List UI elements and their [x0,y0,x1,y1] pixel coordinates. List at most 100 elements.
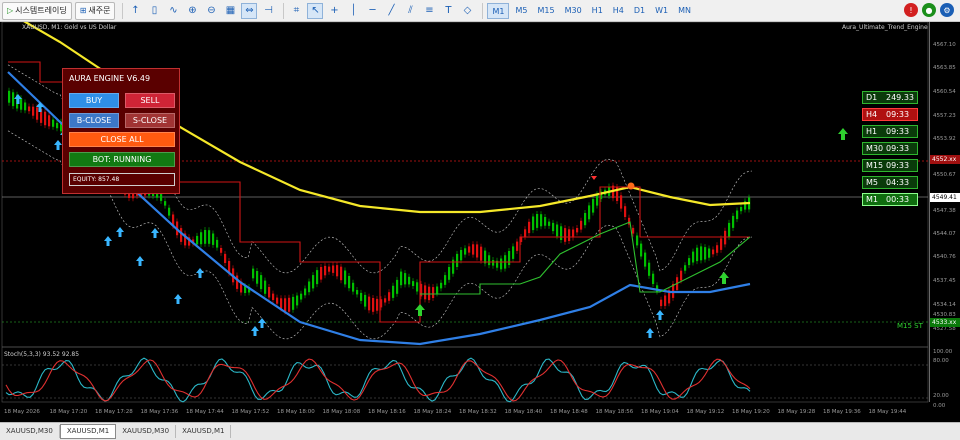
candle [320,267,323,280]
vertical-line-icon[interactable]: │ [345,3,361,19]
buy-button[interactable]: BUY [69,93,119,108]
tab-xauusd-m30-2[interactable]: XAUUSD,M30 [116,425,177,438]
chart-shift-icon[interactable]: ⊣ [260,3,276,19]
candle [572,229,575,238]
price-tick: 4547.38 [933,208,956,214]
toolbar-separator [482,2,484,19]
chart-tabs: XAUUSD,M30 XAUUSD,M1 XAUUSD,M30 XAUUSD,M… [0,422,960,440]
timeframe-box-value: 00:33 [886,195,910,204]
candle [360,292,363,301]
candle [680,270,683,281]
price-tick: 4563.85 [933,65,956,71]
time-tick: 18 May 17:44 [186,409,224,415]
trend-line-icon[interactable]: ╱ [383,3,399,19]
time-tick: 18 May 19:44 [868,409,907,415]
timeframe-box-label: H1 [866,127,878,136]
add-indicator-icon[interactable]: ↑ [127,3,143,19]
candle [328,266,331,272]
timeframe-w1[interactable]: W1 [651,3,672,19]
buy-signal-arrow [174,294,182,304]
buy-signal-arrow [104,236,112,246]
timeframe-h4[interactable]: H4 [609,3,628,19]
settings-icon[interactable]: ⚙ [940,3,954,17]
timeframe-mn[interactable]: MN [674,3,695,19]
time-tick: 18 May 17:52 [231,409,270,415]
timeframe-m1[interactable]: M1 [487,2,510,19]
candle [200,232,203,245]
timeframe-m15[interactable]: M15 [533,3,558,19]
candle [208,230,211,244]
candle [296,295,299,306]
candle [32,106,35,116]
timeframe-m30[interactable]: M30 [561,3,586,19]
new-order-icon: ⊞ [79,6,87,15]
time-tick: 18 May 19:36 [823,409,861,415]
timeframe-box-value: 249.33 [886,93,914,102]
candle [712,249,715,255]
account-icon[interactable]: ● [922,3,936,17]
candle [464,248,467,255]
candle [336,265,339,277]
buy-signal-arrow [258,318,266,328]
screenshot-icon[interactable]: ⌗ [288,3,304,19]
candle [8,90,11,103]
tab-xauusd-m30[interactable]: XAUUSD,M30 [0,425,60,438]
candle [716,245,719,253]
channel-icon[interactable]: ⫽ [402,3,418,19]
sell-close-button[interactable]: S-CLOSE [125,113,175,128]
bot-status-button[interactable]: BOT: RUNNING [69,152,175,167]
zoom-in-icon[interactable]: ⊕ [184,3,200,19]
stoch-signal-line [5,358,751,402]
candle [436,286,439,294]
candle [216,239,219,248]
timeframe-box-m5: M5 04:33 [862,176,918,189]
new-order-button[interactable]: ⊞ 새주문 [74,1,116,20]
notification-icon[interactable]: ! [904,3,918,17]
candles-icon[interactable]: ▯ [146,3,162,19]
price-tick: 4557.23 [933,113,956,119]
timeframe-h1[interactable]: H1 [588,3,607,19]
candle [528,221,531,234]
candle [220,248,223,253]
horizontal-line-icon[interactable]: ─ [364,3,380,19]
tab-xauusd-m1[interactable]: XAUUSD,M1 [59,424,117,439]
candle [224,253,227,263]
candle [728,222,731,237]
pivot-marker [627,182,635,190]
candle [164,201,167,206]
candle [12,92,15,107]
zoom-out-icon[interactable]: ⊖ [203,3,219,19]
crosshair-icon[interactable]: + [326,3,342,19]
candle [564,228,567,242]
timeframe-m5[interactable]: M5 [511,3,531,19]
candle [256,271,259,284]
autoscroll-icon[interactable]: ⇔ [241,2,258,19]
candle [364,294,367,307]
buy-signal-arrow [646,328,654,338]
candle [480,246,483,261]
text-icon[interactable]: T [440,3,456,19]
stoch-tick: 80.00 [933,358,949,364]
price-axis[interactable]: 4567.10 4563.85 4560.54 4557.23 4553.92 … [929,22,960,409]
algo-trading-button[interactable]: ▷ 시스템트레이딩 [2,1,72,20]
candle [312,275,315,289]
main-toolbar: ▷ 시스템트레이딩 ⊞ 새주문 ↑ ▯ ∿ ⊕ ⊖ ▦ ⇔ ⊣ ⌗ ↖ + │ … [0,0,960,22]
fibonacci-icon[interactable]: ≡ [421,3,437,19]
green-trend-arrow [415,304,425,316]
candle [384,298,387,303]
cursor-icon[interactable]: ↖ [307,2,324,19]
shapes-icon[interactable]: ◇ [459,3,475,19]
green-level-label: 4533.xx [930,318,960,327]
buy-signal-arrow [656,310,664,320]
timeframe-d1[interactable]: D1 [630,3,649,19]
tab-xauusd-m1-2[interactable]: XAUUSD,M1 [176,425,232,438]
candle [48,115,51,127]
line-chart-icon[interactable]: ∿ [165,3,181,19]
sell-button[interactable]: SELL [125,93,175,108]
candle [584,213,587,226]
buy-close-button[interactable]: B-CLOSE [69,113,119,128]
buy-signal-arrow [196,268,204,278]
grid-icon[interactable]: ▦ [222,3,238,19]
candle [700,246,703,261]
close-all-button[interactable]: CLOSE ALL [69,132,175,147]
